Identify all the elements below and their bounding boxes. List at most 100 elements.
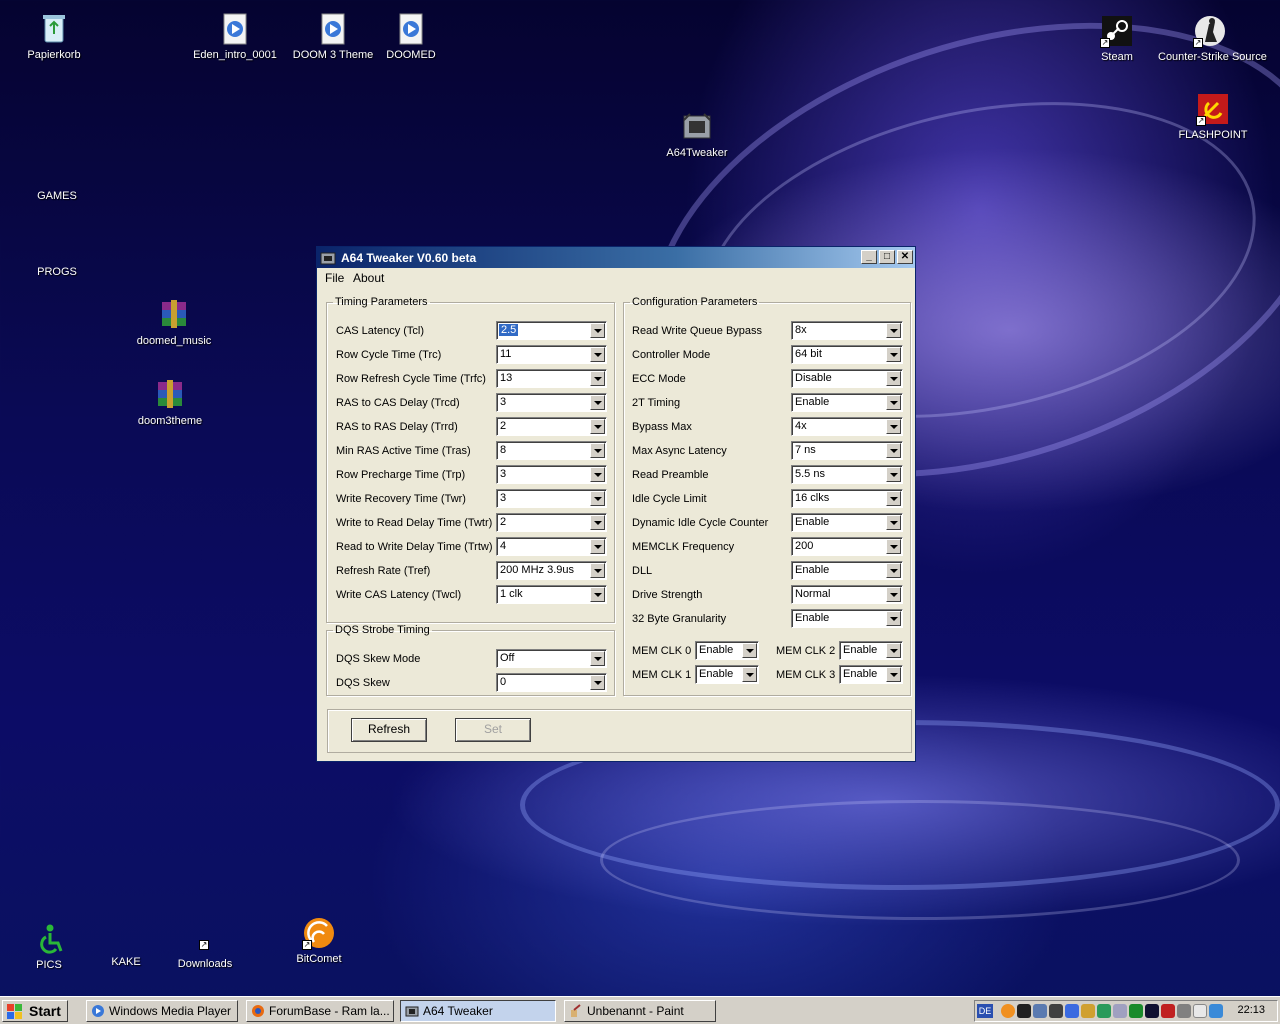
tray-icon[interactable] (1001, 1004, 1015, 1018)
desktop-icon-doom3theme[interactable]: doom3theme (122, 378, 218, 427)
dropdown-arrow-icon[interactable] (886, 539, 901, 554)
setting-dropdown[interactable]: Enable (791, 561, 903, 580)
task-paint[interactable]: Unbenannt - Paint (564, 1000, 716, 1022)
desktop-icon-doomed[interactable]: DOOMED (363, 12, 459, 61)
tray-icon[interactable] (1209, 1004, 1223, 1018)
setting-dropdown[interactable]: 3 (496, 489, 607, 508)
dropdown-arrow-icon[interactable] (590, 651, 605, 666)
dropdown-arrow-icon[interactable] (886, 667, 901, 682)
tray-icon[interactable] (1177, 1004, 1191, 1018)
tray-icon[interactable] (1145, 1004, 1159, 1018)
dropdown-arrow-icon[interactable] (886, 467, 901, 482)
desktop-icon-a64tweaker[interactable]: A64Tweaker (649, 110, 745, 159)
tray-icon[interactable] (1129, 1004, 1143, 1018)
tray-icon[interactable] (1161, 1004, 1175, 1018)
setting-dropdown[interactable]: Enable (791, 513, 903, 532)
dropdown-arrow-icon[interactable] (886, 347, 901, 362)
setting-dropdown[interactable]: 0 (496, 673, 607, 692)
setting-dropdown[interactable]: Enable (791, 609, 903, 628)
dropdown-arrow-icon[interactable] (886, 587, 901, 602)
desktop-icon-bitcomet[interactable]: ↗ BitComet (271, 916, 367, 965)
tray-icon[interactable] (1081, 1004, 1095, 1018)
dropdown-arrow-icon[interactable] (886, 419, 901, 434)
tray-icon[interactable] (1049, 1004, 1063, 1018)
setting-dropdown[interactable]: 200 MHz 3.9us (496, 561, 607, 580)
setting-dropdown[interactable]: 3 (496, 465, 607, 484)
dropdown-arrow-icon[interactable] (590, 539, 605, 554)
setting-dropdown[interactable]: Enable (839, 665, 903, 684)
task-windows-media-player[interactable]: Windows Media Player (86, 1000, 238, 1022)
set-button[interactable]: Set (455, 718, 531, 742)
window-titlebar[interactable]: A64 Tweaker V0.60 beta _ □ ✕ (317, 247, 915, 268)
setting-dropdown[interactable]: 8x (791, 321, 903, 340)
setting-dropdown[interactable]: Enable (839, 641, 903, 660)
dropdown-arrow-icon[interactable] (886, 443, 901, 458)
desktop-icon-steam[interactable]: ↗ Steam (1069, 14, 1165, 63)
setting-dropdown[interactable]: Off (496, 649, 607, 668)
desktop-icon-doomed-music[interactable]: doomed_music (126, 298, 222, 347)
desktop-icon-counter-strike[interactable]: ↗ Counter-Strike Source (1158, 14, 1267, 63)
dropdown-arrow-icon[interactable] (742, 667, 757, 682)
dropdown-arrow-icon[interactable] (886, 371, 901, 386)
menu-file[interactable]: File (325, 271, 344, 285)
dropdown-arrow-icon[interactable] (590, 587, 605, 602)
dropdown-arrow-icon[interactable] (590, 675, 605, 690)
setting-dropdown[interactable]: 11 (496, 345, 607, 364)
setting-dropdown[interactable]: 5.5 ns (791, 465, 903, 484)
dropdown-arrow-icon[interactable] (886, 611, 901, 626)
setting-dropdown[interactable]: 64 bit (791, 345, 903, 364)
language-indicator[interactable]: DE (977, 1004, 993, 1018)
tray-icon[interactable] (1097, 1004, 1111, 1018)
tray-icon[interactable] (1017, 1004, 1031, 1018)
dropdown-arrow-icon[interactable] (590, 467, 605, 482)
refresh-button[interactable]: Refresh (351, 718, 427, 742)
setting-dropdown[interactable]: 16 clks (791, 489, 903, 508)
minimize-button[interactable]: _ (861, 250, 877, 264)
setting-dropdown[interactable]: Enable (695, 641, 759, 660)
setting-dropdown[interactable]: 8 (496, 441, 607, 460)
setting-dropdown[interactable]: 2 (496, 513, 607, 532)
desktop-icon-downloads[interactable]: ↗ Downloads (157, 940, 253, 970)
setting-dropdown[interactable]: 7 ns (791, 441, 903, 460)
dropdown-arrow-icon[interactable] (590, 443, 605, 458)
setting-dropdown[interactable]: Enable (695, 665, 759, 684)
dropdown-arrow-icon[interactable] (590, 323, 605, 338)
setting-dropdown[interactable]: 200 (791, 537, 903, 556)
dropdown-arrow-icon[interactable] (742, 643, 757, 658)
tray-icon[interactable] (1065, 1004, 1079, 1018)
dropdown-arrow-icon[interactable] (590, 395, 605, 410)
dropdown-arrow-icon[interactable] (886, 323, 901, 338)
desktop-icon-eden-intro[interactable]: Eden_intro_0001 (187, 12, 283, 61)
dropdown-arrow-icon[interactable] (886, 491, 901, 506)
clock[interactable]: 22:13 (1237, 1004, 1265, 1016)
dropdown-arrow-icon[interactable] (590, 347, 605, 362)
desktop-icon-papierkorb[interactable]: Papierkorb (6, 12, 102, 61)
desktop-icon-flashpoint[interactable]: ↗ FLASHPOINT (1165, 92, 1261, 141)
dropdown-arrow-icon[interactable] (590, 515, 605, 530)
menu-about[interactable]: About (353, 271, 384, 285)
dropdown-arrow-icon[interactable] (590, 563, 605, 578)
dropdown-arrow-icon[interactable] (886, 563, 901, 578)
task-forumbase[interactable]: ForumBase - Ram la... (246, 1000, 394, 1022)
setting-dropdown[interactable]: Enable (791, 393, 903, 412)
setting-dropdown[interactable]: 4 (496, 537, 607, 556)
tray-icon[interactable] (1113, 1004, 1127, 1018)
dropdown-arrow-icon[interactable] (886, 643, 901, 658)
start-button[interactable]: Start (2, 1000, 68, 1022)
setting-dropdown[interactable]: Normal (791, 585, 903, 604)
tray-icon[interactable] (1193, 1004, 1207, 1018)
setting-dropdown[interactable]: 4x (791, 417, 903, 436)
maximize-button[interactable]: □ (879, 250, 895, 264)
task-a64-tweaker[interactable]: A64 Tweaker (400, 1000, 556, 1022)
dropdown-arrow-icon[interactable] (886, 395, 901, 410)
setting-dropdown[interactable]: 1 clk (496, 585, 607, 604)
setting-dropdown[interactable]: 3 (496, 393, 607, 412)
dropdown-arrow-icon[interactable] (590, 419, 605, 434)
desktop-folder-games[interactable]: GAMES (9, 190, 105, 202)
dropdown-arrow-icon[interactable] (590, 371, 605, 386)
desktop-folder-progs[interactable]: PROGS (9, 266, 105, 278)
setting-dropdown[interactable]: 13 (496, 369, 607, 388)
close-button[interactable]: ✕ (897, 250, 913, 264)
tray-icon[interactable] (1033, 1004, 1047, 1018)
setting-dropdown[interactable]: Disable (791, 369, 903, 388)
